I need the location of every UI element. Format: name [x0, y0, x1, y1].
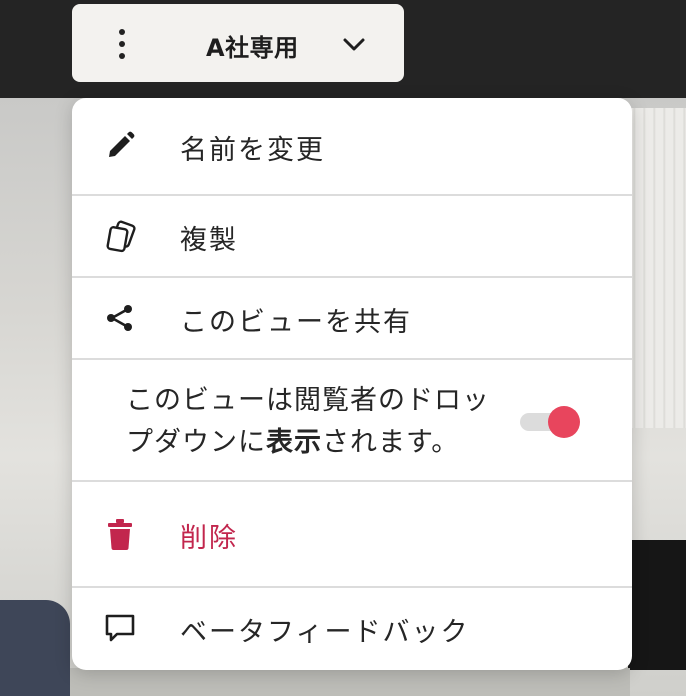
delete-label: 削除 — [180, 523, 238, 554]
duplicate-menu-item[interactable]: 複製 — [72, 196, 632, 278]
visibility-setting: このビューは閲覧者のドロップダウンに表示されます。 — [72, 360, 632, 482]
chevron-down-icon[interactable] — [340, 30, 368, 58]
comment-icon — [102, 610, 138, 646]
view-options-menu: 名前を変更 複製 このビューを共有 このビューは閲覧者のドロップダウンに表示され… — [72, 98, 632, 670]
visibility-description: このビューは閲覧者のドロップダウンに表示されます。 — [126, 385, 490, 458]
view-selector[interactable]: A社専用 — [72, 4, 404, 82]
background-monitor — [628, 540, 686, 670]
share-menu-item[interactable]: このビューを共有 — [72, 278, 632, 360]
delete-menu-item[interactable]: 削除 — [72, 482, 632, 588]
more-options-icon[interactable] — [110, 29, 134, 59]
background-chair — [0, 600, 70, 696]
rename-menu-item[interactable]: 名前を変更 — [72, 98, 632, 196]
trash-icon — [102, 516, 138, 552]
background-window-blinds — [626, 108, 686, 428]
toggle-knob — [548, 406, 580, 438]
background-desk — [70, 668, 630, 696]
share-icon — [102, 300, 138, 336]
duplicate-label: 複製 — [180, 225, 238, 256]
beta-feedback-label: ベータフィードバック — [180, 617, 470, 648]
view-name: A社専用 — [206, 34, 299, 62]
rename-label: 名前を変更 — [180, 135, 325, 166]
visibility-toggle[interactable] — [520, 406, 582, 438]
copy-icon — [102, 218, 138, 254]
share-label: このビューを共有 — [180, 307, 412, 338]
pencil-icon — [102, 128, 138, 164]
beta-feedback-menu-item[interactable]: ベータフィードバック — [72, 588, 632, 670]
